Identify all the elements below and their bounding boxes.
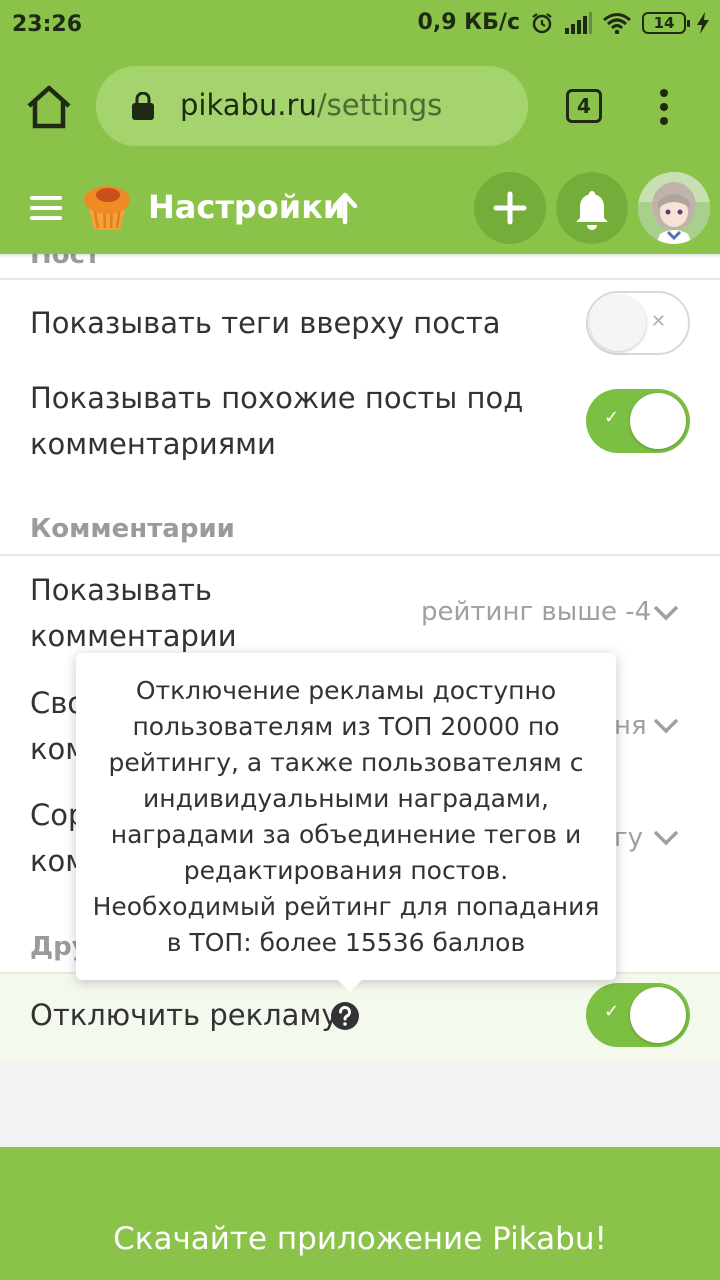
chevron-down-icon[interactable] <box>652 604 680 622</box>
section-label-comments: Комментарии <box>30 514 235 544</box>
url-path: /settings <box>316 88 443 122</box>
tooltip-line: в ТОП: более 15536 баллов <box>166 928 526 957</box>
browser-toolbar: pikabu.ru/settings 4 <box>0 52 720 162</box>
plus-icon <box>493 191 527 225</box>
add-post-button[interactable] <box>474 172 546 244</box>
address-bar[interactable]: pikabu.ru/settings <box>96 66 528 146</box>
tab-switcher-button[interactable]: 4 <box>566 89 602 123</box>
help-icon[interactable] <box>330 1001 360 1031</box>
similar-posts-label-line2: комментариями <box>30 427 276 461</box>
check-icon: ✓ <box>604 1001 620 1022</box>
divider <box>0 554 720 556</box>
status-icons: 0,9 КБ/с 14 <box>418 10 710 35</box>
home-icon[interactable] <box>24 84 74 130</box>
tooltip-line: Необходимый рейтинг для попадания <box>92 892 600 921</box>
battery-icon: 14 <box>642 11 690 34</box>
charging-icon <box>697 11 709 34</box>
hamburger-menu-icon[interactable] <box>30 196 62 220</box>
avatar[interactable] <box>638 172 710 244</box>
user-avatar-image <box>638 172 710 244</box>
alarm-icon <box>532 12 552 33</box>
status-bar: 23:26 0,9 КБ/с 14 <box>0 0 720 52</box>
status-time: 23:26 <box>12 12 83 37</box>
similar-posts-label-line1: Показывать похожие посты под <box>30 381 524 415</box>
app-header: Настройки <box>0 162 720 254</box>
disable-ads-toggle[interactable]: ✓ <box>586 983 690 1047</box>
show-tags-toggle[interactable]: ✕ <box>586 291 690 355</box>
tooltip-line: индивидуальными наградами, <box>142 784 549 813</box>
tooltip-line: рейтингу, а также пользователям с <box>108 748 584 777</box>
show-tags-label: Показывать теги вверху поста <box>30 306 501 340</box>
tooltip-line: наградами за объединение тегов и <box>110 820 582 849</box>
show-comments-label-line1: Показывать <box>30 573 213 607</box>
net-speed: 0,9 КБ/с <box>417 10 520 35</box>
close-icon: ✕ <box>650 311 666 332</box>
chevron-down-icon[interactable] <box>652 717 680 735</box>
signal-icon <box>565 11 592 34</box>
comments-row2-select-value[interactable]: ня <box>614 711 647 741</box>
page-title: Настройки <box>148 188 346 226</box>
scroll-up-icon[interactable] <box>330 190 360 226</box>
section-label-post: Пост <box>30 254 101 270</box>
tooltip-line: редактирования постов. <box>183 856 509 885</box>
comments-row3-select-value[interactable]: гу <box>614 823 643 853</box>
show-comments-select-value[interactable]: рейтинг выше -4 <box>421 597 651 627</box>
url-text: pikabu.ru/settings <box>180 88 442 122</box>
disable-ads-tooltip: Отключение рекламы доступно пользователя… <box>76 653 616 992</box>
bell-icon <box>576 191 608 230</box>
toggle-knob <box>590 295 646 351</box>
app-download-banner[interactable]: Скачайте приложение Pikabu! <box>0 1147 720 1280</box>
similar-posts-toggle[interactable]: ✓ <box>586 389 690 453</box>
wifi-icon <box>603 12 631 34</box>
url-host: pikabu.ru <box>180 88 317 122</box>
disable-ads-label: Отключить рекламу <box>30 998 339 1032</box>
tooltip-line: пользователям из ТОП 20000 по <box>132 712 560 741</box>
lock-icon <box>132 92 154 120</box>
toggle-knob <box>630 393 686 449</box>
notifications-button[interactable] <box>556 172 628 244</box>
browser-menu-icon[interactable] <box>652 86 676 130</box>
tooltip-line: Отключение рекламы доступно <box>135 676 557 705</box>
pikabu-logo[interactable] <box>80 180 134 234</box>
divider <box>0 278 720 280</box>
check-icon: ✓ <box>604 407 620 428</box>
chevron-down-icon[interactable] <box>652 829 680 847</box>
toggle-knob <box>630 987 686 1043</box>
download-app-link[interactable]: Скачайте приложение Pikabu! <box>0 1221 720 1257</box>
